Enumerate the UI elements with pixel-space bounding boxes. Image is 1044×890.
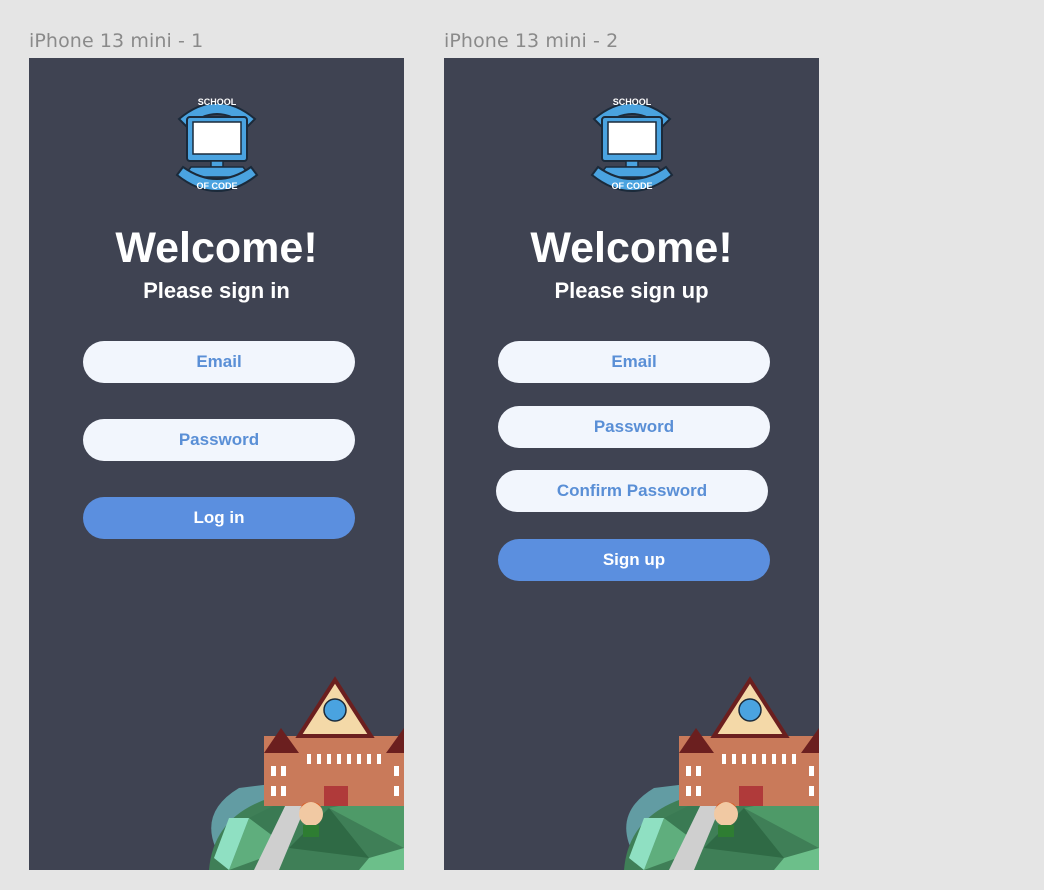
school-of-code-logo-icon: SCHOOL OF CODE [591,97,673,192]
logo-bottom-text: OF CODE [611,181,652,191]
frame-label-1: iPhone 13 mini - 1 [29,30,204,52]
sign-up-subtitle: Please sign up [554,278,709,303]
welcome-heading: Welcome! [530,224,733,272]
welcome-heading: Welcome! [115,224,318,272]
log-in-button[interactable]: Log in [83,497,355,539]
password-field[interactable]: Password [83,419,355,461]
school-building-illustration [622,678,819,870]
password-field[interactable]: Password [498,406,770,448]
confirm-password-field[interactable]: Confirm Password [496,470,768,512]
sign-in-subtitle: Please sign in [143,278,290,303]
sign-in-screen: SCHOOL OF CODE Welcome! Please sign in E… [29,58,404,870]
logo-bottom-text: OF CODE [196,181,237,191]
logo-top-text: SCHOOL [198,97,237,107]
email-field[interactable]: Email [83,341,355,383]
sign-up-screen: SCHOOL OF CODE Welcome! Please sign up E… [444,58,819,870]
school-building-illustration [207,678,404,870]
logo-top-text: SCHOOL [613,97,652,107]
school-of-code-logo-icon: SCHOOL OF CODE [176,97,258,192]
email-field[interactable]: Email [498,341,770,383]
sign-up-button[interactable]: Sign up [498,539,770,581]
frame-label-2: iPhone 13 mini - 2 [444,30,619,52]
